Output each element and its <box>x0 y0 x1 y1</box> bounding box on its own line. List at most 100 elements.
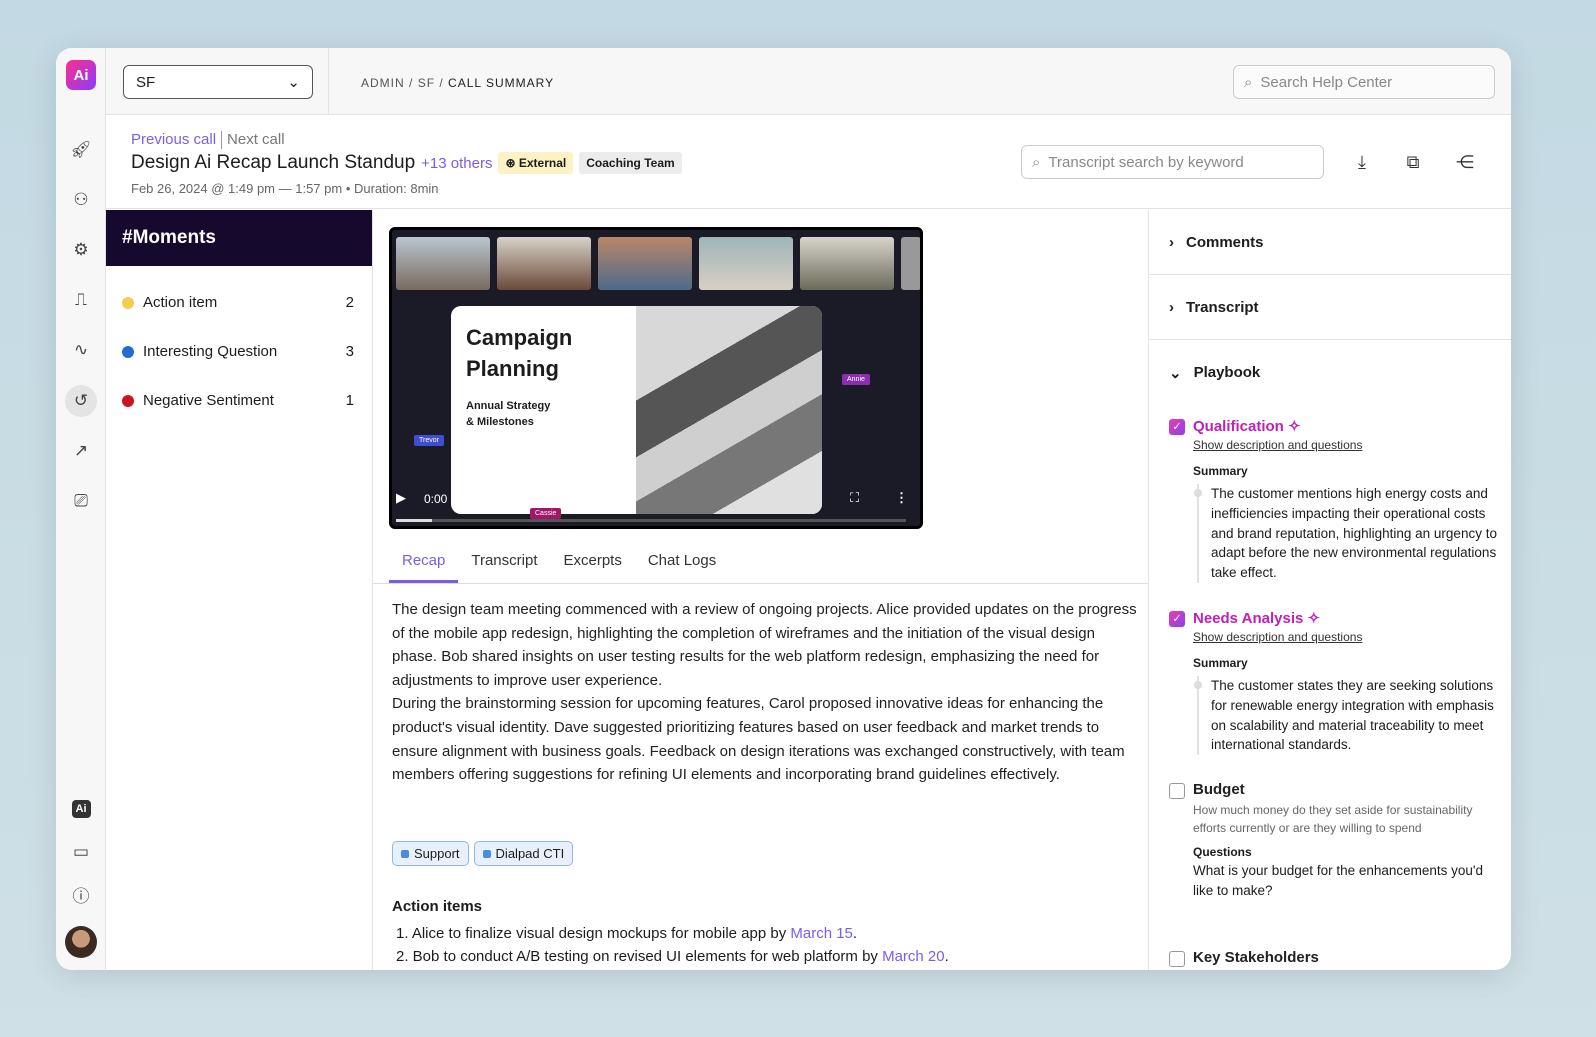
comments-section[interactable]: › Comments <box>1149 210 1511 275</box>
slide-image <box>636 306 822 514</box>
summary-label: Summary <box>1193 656 1248 670</box>
rocket-icon[interactable]: 🚀︎ <box>65 134 97 166</box>
gear-icon[interactable]: ⚙ <box>65 234 97 266</box>
call-title: Design Ai Recap Launch Standup <box>131 152 416 173</box>
select-value: SF <box>136 73 156 91</box>
tag-chip[interactable]: Dialpad CTI <box>473 841 574 866</box>
more-icon[interactable]: ⋮ <box>895 490 908 506</box>
action-end: . <box>944 948 949 965</box>
moment-count: 3 <box>345 343 354 360</box>
section-title: Transcript <box>1186 298 1259 316</box>
moment-item[interactable]: Interesting Question 3 <box>106 327 372 376</box>
checkbox-unchecked[interactable] <box>1169 951 1185 967</box>
chart-ai-icon[interactable]: ⎍ <box>65 284 97 316</box>
playbook-item: ✓ Needs Analysis ✧ Show description and … <box>1169 609 1499 756</box>
date-link[interactable]: March 20 <box>882 948 945 965</box>
divider <box>221 131 223 150</box>
chip-label: Dialpad CTI <box>495 846 565 861</box>
playbook-title: Needs Analysis ✧ <box>1193 609 1499 627</box>
date-link[interactable]: March 15 <box>790 925 853 942</box>
video-icon[interactable]: ▭ <box>65 836 97 868</box>
right-panel: › Comments › Transcript ⌄ Playbook ✓ Qualif… <box>1148 210 1511 970</box>
download-icon[interactable]: ⤓ <box>1349 149 1375 175</box>
cursor-label: Trevor <box>414 435 444 446</box>
app-logo[interactable]: Ai <box>66 60 96 90</box>
share-icon[interactable]: ⋲ <box>1452 149 1478 175</box>
action-item: 2. Bob to conduct A/B testing on revised… <box>392 945 949 969</box>
section-title: Comments <box>1186 233 1264 251</box>
tab-excerpts[interactable]: Excerpts <box>550 542 634 583</box>
video-settings-icon[interactable]: ⎚ <box>65 485 97 517</box>
moment-label: Action item <box>143 294 218 311</box>
action-text: 2. Bob to conduct A/B testing on revised… <box>396 948 883 965</box>
page-title: Design Ai Recap Launch Standup +13 others… <box>131 152 682 174</box>
copy-icon[interactable]: ⧉ <box>1400 149 1426 175</box>
video-progress[interactable] <box>396 519 906 522</box>
summary-label: Summary <box>1193 464 1248 478</box>
workspace-select[interactable]: SF ⌄ <box>123 65 313 99</box>
tab-chat-logs[interactable]: Chat Logs <box>635 542 729 583</box>
participant-video <box>497 237 591 290</box>
breadcrumb-admin[interactable]: ADMIN <box>361 76 405 90</box>
history-icon[interactable]: ↺ <box>65 385 97 417</box>
show-description-link[interactable]: Show description and questions <box>1193 438 1499 452</box>
checkbox-unchecked[interactable] <box>1169 783 1185 799</box>
moment-count: 1 <box>345 392 354 409</box>
help-search-input[interactable]: ⌕ Search Help Center <box>1233 65 1495 99</box>
breadcrumb-sf[interactable]: SF <box>418 76 435 90</box>
transcript-search-input[interactable]: ⌕ Transcript search by keyword <box>1021 145 1324 179</box>
checkbox-checked[interactable]: ✓ <box>1169 419 1185 435</box>
dot-icon <box>122 345 134 358</box>
icon-rail: Ai 🚀︎ ⚇ ⚙ ⎍ ∿ ↺ ↗ ⎚ Ai ▭ ⓘ <box>56 48 106 970</box>
action-items-title: Action items <box>392 898 483 915</box>
search-placeholder: Transcript search by keyword <box>1048 153 1244 171</box>
main-content: Campaign Planning Annual Strategy & Milest… <box>373 210 1148 970</box>
questions-label: Questions <box>1193 845 1252 859</box>
video-time: 0:00 <box>424 492 448 506</box>
square-icon <box>482 849 491 858</box>
playbook-section[interactable]: ⌄ Playbook <box>1149 340 1511 405</box>
avatar[interactable] <box>65 926 97 958</box>
breadcrumb-sep: / <box>435 76 449 90</box>
team-badge: Coaching Team <box>579 152 682 174</box>
action-end: . <box>852 924 858 942</box>
video-player[interactable]: Campaign Planning Annual Strategy & Milest… <box>389 227 923 529</box>
participant-video <box>598 237 692 290</box>
user-icon[interactable]: ⚇ <box>65 184 97 216</box>
next-call-link[interactable]: Next call <box>227 131 285 148</box>
summary-text: The customer mentions high energy costs … <box>1194 484 1499 583</box>
ai-icon[interactable]: Ai <box>65 793 97 825</box>
sparkle-icon: ✧ <box>1307 610 1321 627</box>
recap-paragraph: The design team meeting commenced with a… <box>392 601 1137 689</box>
show-description-link[interactable]: Show description and questions <box>1193 630 1499 644</box>
shared-slide: Campaign Planning Annual Strategy & Milest… <box>451 306 822 514</box>
moment-item[interactable]: Negative Sentiment 1 <box>106 376 372 425</box>
trending-icon[interactable]: ↗ <box>65 435 97 467</box>
playbook-title: Budget <box>1193 781 1245 798</box>
playbook-item: Budget How much money do they set aside … <box>1169 781 1499 901</box>
play-icon[interactable]: ▶ <box>396 490 406 506</box>
tab-transcript[interactable]: Transcript <box>458 542 550 583</box>
square-icon <box>401 849 409 858</box>
tab-recap[interactable]: Recap <box>389 542 459 583</box>
recap-text: The design team meeting commenced with a… <box>392 598 1137 787</box>
moment-item[interactable]: Action item 2 <box>106 278 372 327</box>
transcript-section[interactable]: › Transcript <box>1149 275 1511 340</box>
others-link[interactable]: +13 others <box>421 155 492 172</box>
progress-fill <box>396 519 432 522</box>
checkbox-checked[interactable]: ✓ <box>1169 611 1185 627</box>
tag-chip[interactable]: Support <box>392 841 469 866</box>
moments-title: #Moments <box>106 210 372 266</box>
previous-call-link[interactable]: Previous call <box>131 131 216 148</box>
breadcrumb-current: CALL SUMMARY <box>448 76 555 90</box>
recap-paragraph: During the brainstorming session for upc… <box>392 695 1125 784</box>
playbook-title: Key Stakeholders <box>1193 949 1319 966</box>
content-tabs: Recap Transcript Excerpts Chat Logs <box>373 542 1148 584</box>
question-text: What is your budget for the enhancements… <box>1193 863 1483 898</box>
help-icon[interactable]: ⓘ <box>65 878 97 910</box>
playbook-description: How much money do they set aside for sus… <box>1193 803 1473 835</box>
playbook-title-text: Qualification <box>1193 418 1284 435</box>
breadcrumb-sep: / <box>404 76 418 90</box>
fullscreen-icon[interactable]: ⛶ <box>850 490 859 506</box>
activity-icon[interactable]: ∿ <box>65 334 97 366</box>
